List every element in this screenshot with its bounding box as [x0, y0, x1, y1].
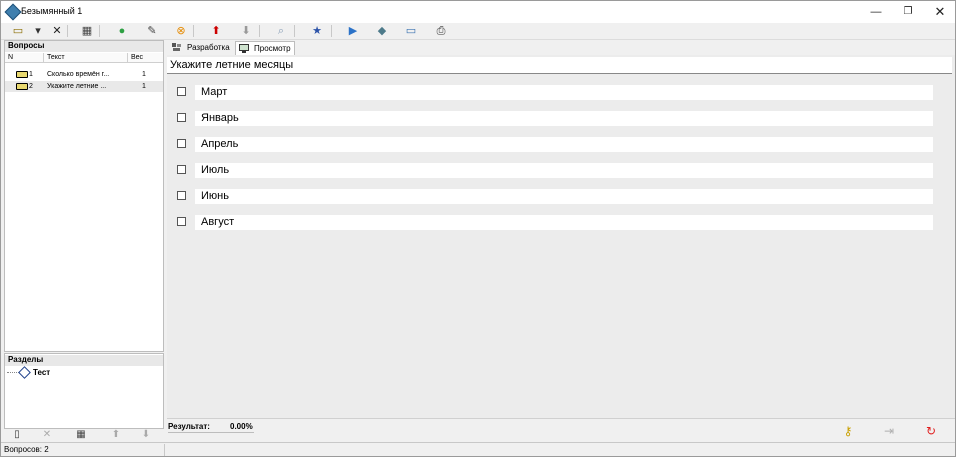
new-question-icon[interactable]: ▭: [10, 24, 26, 38]
section-label: Тест: [33, 368, 51, 377]
development-icon: [172, 43, 181, 51]
dropdown-arrow-icon[interactable]: ▾: [30, 24, 46, 38]
column-header-number[interactable]: N: [5, 53, 44, 63]
play-icon[interactable]: ▶: [345, 24, 361, 38]
question-text: Сколько времён г...: [47, 71, 110, 78]
result-underline: [168, 432, 254, 433]
answer-checkbox[interactable]: [177, 217, 186, 226]
monitor-icon: [239, 44, 249, 53]
section-icon: [18, 366, 31, 380]
question-title: Укажите летние месяцы: [167, 57, 952, 74]
move-down-icon[interactable]: ⬇: [238, 24, 254, 38]
export-icon[interactable]: ◆: [374, 24, 390, 38]
sections-toolbar: ▯ ✕ ▦ ⬆ ⬇: [4, 428, 162, 441]
answer-label: Июнь: [195, 189, 933, 204]
toolbar-separator: [259, 25, 260, 37]
questions-panel-title: Вопросы: [5, 41, 163, 52]
questions-panel: Вопросы N Текст Вес 1 Сколько времён г..…: [4, 40, 164, 352]
sections-panel-title: Разделы: [5, 355, 163, 366]
title-bar: Безымянный 1 — ❐ ✕: [1, 1, 955, 23]
tab-label: Разработка: [187, 43, 230, 52]
main-toolbar: ▭ ▾ ✕ ▦ ● ✎ ⊗ ⬆ ⬇ ⌕ ★ ▶ ◆ ▭ ⎙: [1, 23, 955, 40]
answer-checkbox[interactable]: [177, 87, 186, 96]
star-icon[interactable]: ★: [309, 24, 325, 38]
answer-checkbox[interactable]: [177, 139, 186, 148]
result-bar: Результат: 0.00% ⚷ ⇥ ↻: [167, 418, 955, 442]
section-down-icon[interactable]: ⬇: [139, 428, 153, 441]
question-number: 2: [29, 83, 33, 90]
toolbar-separator: [294, 25, 295, 37]
sections-panel: Разделы Тест: [4, 353, 164, 429]
question-row-selected[interactable]: 2 Укажите летние ... 1: [5, 81, 163, 92]
section-up-icon[interactable]: ⬆: [109, 428, 123, 441]
app-logo-icon: [4, 3, 22, 21]
properties-icon[interactable]: ▦: [79, 24, 95, 38]
answer-label: Июль: [195, 163, 933, 178]
question-weight: 1: [142, 71, 146, 78]
search-icon[interactable]: ⌕: [273, 24, 289, 38]
status-bar: Вопросов: 2: [1, 442, 955, 456]
tab-development[interactable]: Разработка: [169, 41, 235, 55]
toolbar-separator: [193, 25, 194, 37]
status-question-count: Вопросов: 2: [4, 445, 49, 454]
print-icon[interactable]: ⎙: [433, 24, 449, 38]
toolbar-separator: [99, 25, 100, 37]
question-text: Укажите летние ...: [47, 83, 107, 90]
close-button[interactable]: ✕: [923, 1, 955, 23]
minimize-button[interactable]: —: [859, 1, 893, 23]
window-icon[interactable]: ▭: [403, 24, 419, 38]
answer-label: Апрель: [195, 137, 933, 152]
tab-label: Просмотр: [254, 44, 291, 53]
result-label: Результат:: [168, 422, 210, 431]
next-icon[interactable]: ⇥: [882, 425, 896, 438]
restart-icon[interactable]: ↻: [924, 425, 938, 438]
column-header-weight[interactable]: Вес: [128, 53, 163, 63]
view-tabs: Разработка Просмотр: [167, 40, 955, 55]
app-window: Безымянный 1 — ❐ ✕ ▭ ▾ ✕ ▦ ● ✎ ⊗ ⬆ ⬇ ⌕ ★ ▶ ◆ ▭ ⎙ Вопро…: [0, 0, 956, 457]
tab-preview[interactable]: Просмотр: [235, 41, 295, 55]
toolbar-separator: [331, 25, 332, 37]
edit-icon[interactable]: ✎: [144, 24, 160, 38]
result-value: 0.00%: [230, 422, 253, 431]
status-divider: [164, 444, 165, 456]
window-title: Безымянный 1: [21, 6, 83, 16]
question-icon: [16, 71, 28, 78]
add-answer-icon[interactable]: ●: [114, 24, 130, 38]
column-header-text[interactable]: Текст: [44, 53, 128, 63]
move-up-icon[interactable]: ⬆: [208, 24, 224, 38]
question-row[interactable]: 1 Сколько времён г... 1: [5, 69, 163, 80]
answer-label: Август: [195, 215, 933, 230]
question-weight: 1: [142, 83, 146, 90]
new-doc-icon[interactable]: ▯: [10, 428, 24, 441]
question-number: 1: [29, 71, 33, 78]
preview-area: Укажите летние месяцы Март Январь Апрель…: [167, 55, 955, 418]
question-icon: [16, 83, 28, 90]
answer-checkbox[interactable]: [177, 191, 186, 200]
answer-checkbox[interactable]: [177, 165, 186, 174]
maximize-button[interactable]: ❐: [891, 1, 925, 23]
delete-section-icon[interactable]: ✕: [40, 428, 54, 441]
section-properties-icon[interactable]: ▦: [74, 428, 88, 441]
section-item-test[interactable]: Тест: [7, 366, 51, 380]
answer-label: Январь: [195, 111, 933, 126]
toolbar-separator: [67, 25, 68, 37]
answer-label: Март: [195, 85, 933, 100]
answer-checkbox[interactable]: [177, 113, 186, 122]
key-icon[interactable]: ⚷: [841, 425, 855, 438]
delete-icon[interactable]: ✕: [49, 24, 65, 38]
remove-answer-icon[interactable]: ⊗: [173, 24, 189, 38]
